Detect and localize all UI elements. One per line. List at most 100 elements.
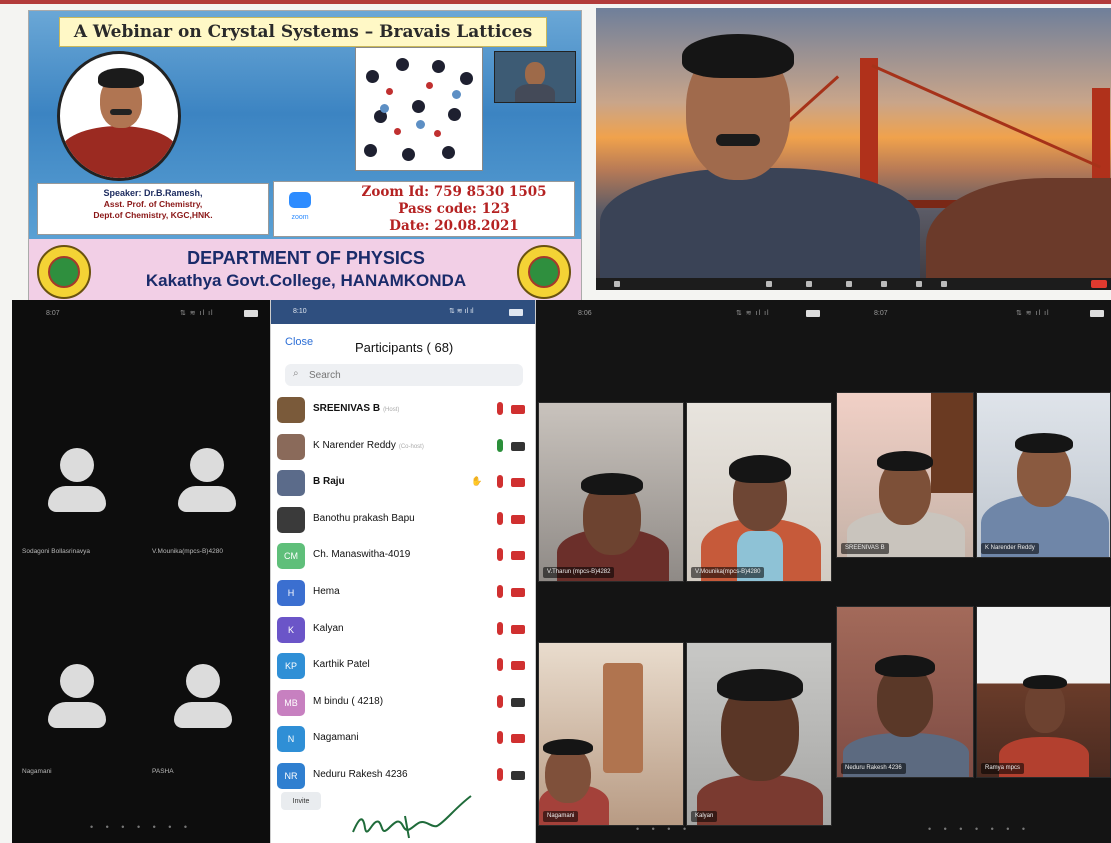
mic-muted-icon — [497, 548, 503, 562]
participant-row[interactable]: N Nagamani — [271, 721, 535, 757]
status-time: 8:06 — [578, 310, 592, 317]
raised-hand-icon: ✋ — [471, 476, 483, 487]
zoom-logo-icon: zoom — [286, 190, 314, 230]
participant-name: Karthik Patel — [313, 659, 370, 671]
webinar-poster: A Webinar on Crystal Systems – Bravais L… — [28, 10, 582, 302]
phone-gallery-left: 8:07 ⇅ ≋ ıl ıl Sodagoni Bollasrinavya V.… — [12, 300, 270, 843]
status-time: 8:07 — [46, 310, 60, 317]
participant-row[interactable]: KP Karthik Patel — [271, 648, 535, 684]
participant-name: Kalyan — [691, 811, 718, 822]
participant-row[interactable]: K Kalyan — [271, 612, 535, 648]
handwritten-signature — [352, 795, 472, 839]
status-time: 8:07 — [874, 310, 888, 317]
meeting-toolbar[interactable] — [596, 278, 1111, 290]
battery-icon — [1090, 310, 1104, 317]
participant-name: V.Mounika(mpcs-B)4280 — [691, 567, 765, 578]
speaker-photo — [57, 51, 181, 181]
participant-avatar: MB — [277, 689, 305, 716]
signal-icon: ⇅ ≋ ıl ıl — [180, 310, 214, 317]
participant-name: V.Tharun (mpcs-B)4282 — [543, 567, 615, 578]
video-tile[interactable]: Ramya mpcs — [976, 606, 1111, 778]
leave-button[interactable] — [1091, 280, 1107, 288]
page-dots[interactable]: • • • • • • • — [90, 822, 192, 832]
participant-avatar — [277, 470, 305, 497]
status-time: 8:10 — [293, 308, 307, 315]
video-tile[interactable]: Kalyan — [686, 642, 832, 826]
college-seal-icon — [37, 245, 91, 299]
college-name: Kakathya Govt.College, HANAMKONDA — [145, 271, 467, 290]
mic-icon — [497, 438, 503, 452]
video-off-icon — [511, 661, 525, 671]
mic-muted-icon — [497, 694, 503, 708]
meeting-details: zoom Zoom Id: 759 8530 1505 Pass code: 1… — [273, 181, 575, 237]
participant-name: Nagamani — [543, 811, 579, 822]
college-seal-icon — [517, 245, 571, 299]
participant-row[interactable]: MB M bindu ( 4218) — [271, 685, 535, 721]
page-dots[interactable]: • • • • — [636, 824, 691, 834]
video-off-icon — [511, 588, 525, 597]
participant-name: Nagamani — [22, 768, 52, 775]
avatar-icon — [46, 448, 108, 514]
video-off-icon — [511, 405, 525, 414]
department-banner: DEPARTMENT OF PHYSICS Kakathya Govt.Coll… — [29, 239, 581, 301]
participant-name: M bindu ( 4218) — [313, 695, 384, 707]
video-tile[interactable]: V.Mounika(mpcs-B)4280 — [686, 402, 832, 582]
participant-name: K Narender Reddy (Co-host) — [313, 439, 424, 451]
participant-name: Ramya mpcs — [981, 763, 1025, 774]
signal-icon: ⇅ ≋ ıl ıl — [1016, 310, 1050, 317]
mic-muted-icon — [497, 402, 503, 415]
participant-avatar: K — [277, 616, 305, 643]
video-tile[interactable]: Nagamani — [538, 642, 684, 826]
avatar-icon — [176, 448, 238, 514]
search-input[interactable] — [309, 368, 509, 382]
participant-role: (Host) — [383, 407, 400, 413]
search-icon: ⌕ — [293, 368, 299, 379]
participant-name: Neduru Rakesh 4236 — [841, 763, 906, 774]
mic-muted-icon — [497, 621, 503, 635]
invite-button[interactable]: Invite — [281, 792, 321, 810]
participant-name: PASHA — [152, 768, 174, 775]
speaker-info: Speaker: Dr.B.Ramesh, Asst. Prof. of Che… — [37, 183, 269, 235]
participant-name: Sodagoni Bollasrinavya — [22, 548, 90, 555]
participant-row[interactable]: CM Ch. Manaswitha-4019 — [271, 538, 535, 574]
participant-avatar: H — [277, 580, 305, 606]
participant-row[interactable]: K Narender Reddy (Co-host) — [271, 429, 535, 465]
speaker-thumbnail — [494, 51, 576, 103]
department-name: DEPARTMENT OF PHYSICS — [187, 248, 425, 268]
participant-name: V.Mounika(mpcs-B)4280 — [152, 548, 223, 555]
participant-name: Hema — [313, 586, 340, 597]
participants-title: Participants ( 68) — [355, 340, 454, 355]
video-tile[interactable]: K Narender Reddy — [976, 392, 1111, 558]
collage: A Webinar on Crystal Systems – Bravais L… — [0, 0, 1111, 843]
page-dots[interactable]: • • • • • • • — [928, 824, 1030, 834]
mic-muted-icon — [497, 585, 503, 598]
close-button[interactable]: Close — [285, 336, 313, 348]
video-off-icon — [511, 624, 525, 634]
video-tile[interactable]: SREENIVAS B — [836, 392, 974, 558]
participant-avatar: KP — [277, 653, 305, 680]
mic-muted-icon — [497, 475, 503, 489]
video-off-icon — [511, 734, 525, 744]
video-icon — [511, 441, 525, 451]
participant-row[interactable]: SREENIVAS B (Host) — [271, 392, 535, 428]
video-tile[interactable]: V.Tharun (mpcs-B)4282 — [538, 402, 684, 582]
participant-row[interactable]: H Hema — [271, 575, 535, 611]
video-tile[interactable]: Neduru Rakesh 4236 — [836, 606, 974, 778]
mic-muted-icon — [497, 511, 503, 525]
pass-code: Pass code: 123 — [398, 201, 510, 217]
participant-row[interactable]: B Raju ✋ — [271, 465, 535, 501]
participant-name: Kalyan — [313, 622, 344, 634]
participant-avatar — [277, 397, 305, 423]
participant-name: Banothu prakash Bapu — [313, 512, 415, 524]
zoom-id: Zoom Id: 759 8530 1505 — [361, 184, 547, 200]
search-bar[interactable]: ⌕ — [285, 364, 523, 386]
participant-name: K Narender Reddy — [981, 543, 1039, 554]
speaker-designation: Asst. Prof. of Chemistry, — [103, 199, 203, 209]
top-edge — [0, 0, 1111, 4]
participant-name: SREENIVAS B — [841, 543, 889, 554]
video-off-icon — [511, 478, 525, 488]
participant-row[interactable]: Banothu prakash Bapu — [271, 502, 535, 538]
video-off-icon — [511, 551, 525, 561]
speaker-video — [596, 8, 1111, 290]
participant-role: (Co-host) — [398, 443, 424, 450]
